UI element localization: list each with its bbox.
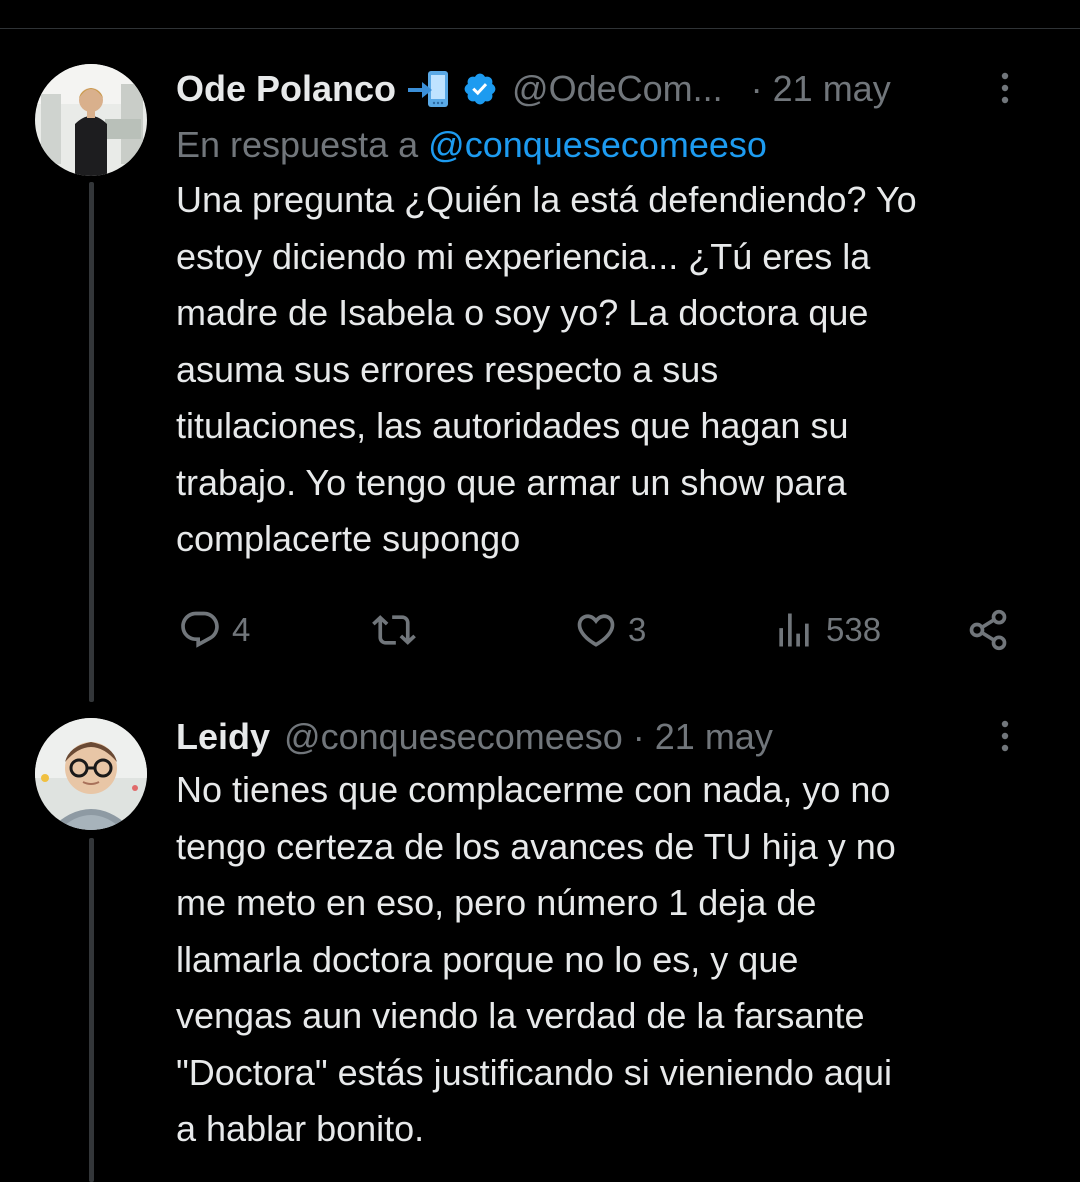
- reply-icon: [178, 608, 222, 652]
- display-name[interactable]: Ode Polanco: [176, 68, 396, 110]
- display-name[interactable]: Leidy: [176, 716, 270, 758]
- more-icon[interactable]: [1000, 716, 1010, 756]
- like-button[interactable]: 3: [574, 600, 646, 660]
- timestamp[interactable]: · 21 may: [633, 716, 773, 758]
- tweet-ode-polanco[interactable]: Ode Polanco @OdeCom... · 21 may En respu…: [176, 64, 1050, 568]
- reply-context: En respuesta a @conquesecomeeso: [176, 120, 1050, 170]
- avatar[interactable]: [35, 64, 147, 176]
- tweet-header: Ode Polanco @OdeCom... · 21 may: [176, 64, 1050, 114]
- tweet-header: Leidy @conquesecomeeso · 21 may: [176, 712, 1050, 762]
- user-handle[interactable]: @OdeCom...: [512, 68, 723, 110]
- like-icon: [574, 608, 618, 652]
- timestamp[interactable]: · 21 may: [751, 68, 891, 110]
- views-button[interactable]: 538: [772, 600, 881, 660]
- views-icon: [772, 608, 816, 652]
- retweet-button[interactable]: [372, 600, 426, 660]
- tweet-leidy[interactable]: Leidy @conquesecomeeso · 21 may No tiene…: [176, 712, 1050, 1158]
- share-icon: [966, 608, 1010, 652]
- more-icon[interactable]: [1000, 68, 1010, 108]
- reply-mention-link[interactable]: @conquesecomeeso: [428, 124, 767, 165]
- share-button[interactable]: [966, 600, 1010, 660]
- top-divider: [0, 28, 1080, 29]
- tweet-text: No tienes que complacerme con nada, yo n…: [176, 769, 896, 1149]
- like-count: 3: [628, 611, 647, 648]
- thread-line: [89, 838, 94, 1182]
- views-count: 538: [826, 611, 882, 648]
- tweet-text: Una pregunta ¿Quién la está defendiendo?…: [176, 179, 917, 559]
- mobile-phone-arrow-icon: [406, 69, 454, 109]
- user-handle[interactable]: @conquesecomeeso: [284, 716, 623, 758]
- reply-button[interactable]: 4: [178, 600, 250, 660]
- verified-icon: [462, 71, 498, 107]
- avatar[interactable]: [35, 718, 147, 830]
- tweet-actions: 4 3 538: [176, 600, 1016, 660]
- reply-count: 4: [232, 611, 251, 648]
- retweet-icon: [372, 608, 416, 652]
- reply-prefix: En respuesta a: [176, 124, 419, 165]
- thread-line: [89, 182, 94, 702]
